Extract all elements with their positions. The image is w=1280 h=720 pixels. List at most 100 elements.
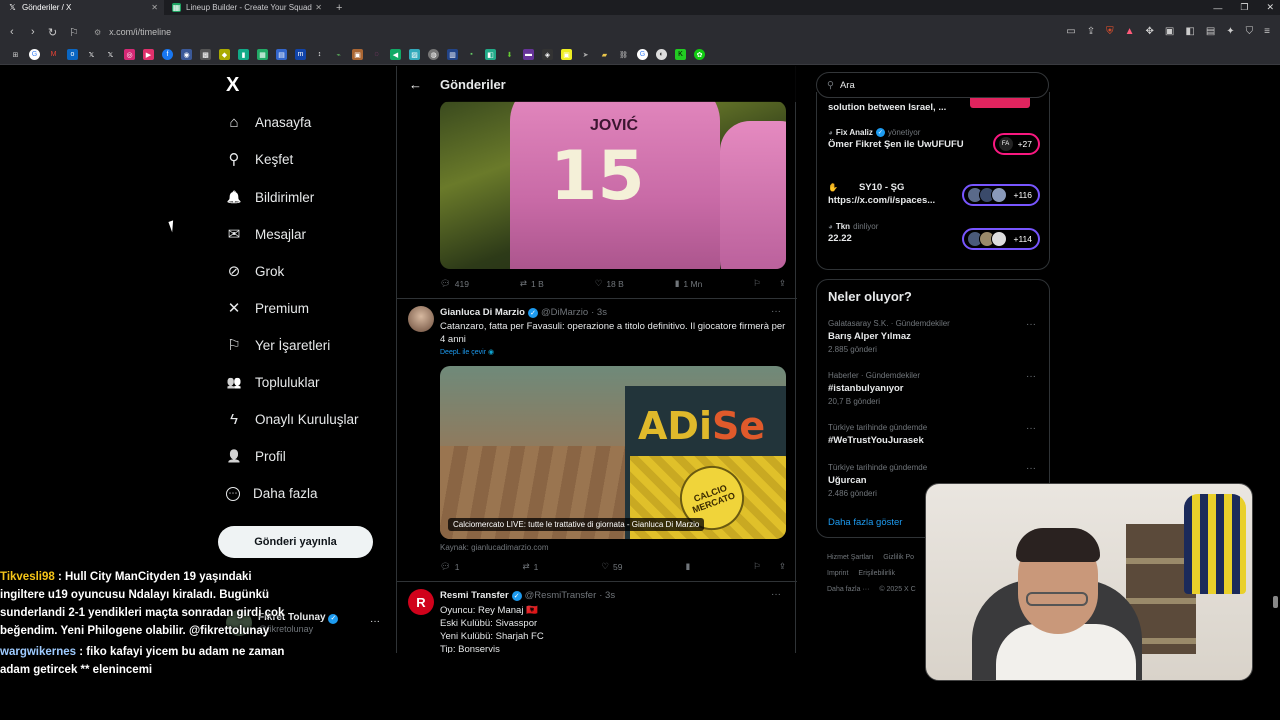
bookmark-icon[interactable]: ▣ (561, 49, 572, 60)
tab-x[interactable]: 𝕏 Gönderiler / X ✕ (0, 0, 164, 15)
bookmark-icon[interactable]: ➤ (580, 49, 591, 60)
space-item[interactable]: ◕ Tkn dinliyor 22.22 +114 (828, 222, 1040, 250)
site-info-icon[interactable]: ⚙ (94, 28, 101, 37)
back-arrow-icon[interactable]: ← (409, 77, 422, 92)
views-button[interactable]: ▮ 1 Mn (675, 278, 703, 289)
bookmark-icon[interactable]: m (295, 49, 306, 60)
more-options-icon[interactable]: ··· (771, 306, 781, 317)
avatar[interactable]: R (408, 589, 434, 615)
footer-link[interactable]: Imprint (827, 570, 848, 577)
bookmark-button[interactable]: ⚐ ⇪ (753, 561, 786, 572)
bookmark-icon[interactable]: ▶ (143, 49, 154, 60)
post-button[interactable]: Gönderi yayınla (218, 526, 373, 558)
nav-notifications[interactable]: 🔔 Bildirimler (226, 189, 315, 205)
apps-grid-icon[interactable]: ⊞ (10, 49, 21, 60)
show-more-link[interactable]: Daha fazla göster (828, 517, 902, 528)
translate-link[interactable]: DeepL ile çevir ◉ (440, 348, 494, 356)
nav-profile[interactable]: 👤 Profil (226, 448, 286, 464)
nav-home[interactable]: ⌂ Anasayfa (226, 114, 311, 131)
bookmark-icon[interactable]: ▪ (466, 49, 477, 60)
author-name[interactable]: Gianluca Di Marzio (440, 307, 525, 318)
nav-messages[interactable]: ✉ Mesajlar (226, 226, 306, 243)
more-options-icon[interactable]: ··· (1026, 463, 1036, 474)
like-button[interactable]: ♡ 59 (601, 561, 622, 572)
link-icon[interactable]: ⛓ (618, 49, 629, 60)
space-listeners-pill[interactable]: FA +27 (992, 133, 1040, 155)
bookmark-icon[interactable]: o (67, 49, 78, 60)
bookmark-icon[interactable]: ▬ (523, 49, 534, 60)
more-options-icon[interactable]: ··· (1026, 371, 1036, 382)
repost-button[interactable]: ⇄ 1 (523, 561, 539, 572)
reply-button[interactable]: 💬︎ 1 (440, 561, 460, 572)
bookmark-icon[interactable]: ◆ (219, 49, 230, 60)
bookmark-icon[interactable]: ▮ (238, 49, 249, 60)
wallet-icon[interactable]: ▤ (1206, 26, 1215, 37)
vpn-icon[interactable]: ⛉ (1246, 26, 1254, 37)
bookmark-icon[interactable]: G (29, 49, 40, 60)
bookmark-icon[interactable]: ◧ (485, 49, 496, 60)
views-button[interactable]: ▮ (686, 561, 691, 572)
bookmark-icon[interactable]: K (675, 49, 686, 60)
bookmark-icon[interactable]: 𝕏 (105, 49, 116, 60)
search-input[interactable]: Ara (840, 80, 855, 91)
bookmark-icon[interactable]: 𝕏 (86, 49, 97, 60)
bookmark-icon[interactable]: ◀ (390, 49, 401, 60)
nav-premium[interactable]: ✕ Premium (226, 300, 309, 317)
brave-shield-icon[interactable]: ⛨ (1106, 26, 1114, 37)
more-options-icon[interactable]: ··· (771, 589, 781, 600)
folder-icon[interactable]: ▰ (599, 49, 610, 60)
cast-icon[interactable]: ▭ (1066, 26, 1075, 37)
close-tab-icon[interactable]: ✕ (151, 3, 158, 12)
close-window-icon[interactable]: ✕ (1266, 2, 1274, 13)
space-item[interactable]: solution between Israel, ... (828, 96, 1040, 113)
back-icon[interactable]: ‹ (10, 26, 14, 38)
avatar[interactable] (408, 306, 434, 332)
space-listeners-pill[interactable]: +116 (962, 184, 1040, 206)
trend-item[interactable]: Türkiye tarihinde gündemde #WeTrustYouJu… (828, 423, 1040, 446)
footer-link[interactable]: Daha fazla ··· (827, 586, 869, 593)
bookmark-icon[interactable]: ▤ (276, 49, 287, 60)
space-item[interactable]: ✋ SY10 - ŞG https://x.com/i/spaces... +11… (828, 182, 1040, 206)
author-name[interactable]: Resmi Transfer (440, 590, 509, 601)
author-handle[interactable]: @DiMarzio (541, 307, 588, 318)
nav-communities[interactable]: 👥 Topluluklar (226, 374, 320, 390)
sidebar-icon[interactable]: ◧ (1185, 26, 1194, 37)
bookmark-icon[interactable]: ↕ (314, 49, 325, 60)
trend-item[interactable]: Galatasaray S.K. · Gündemdekiler Barış A… (828, 319, 1040, 354)
bookmark-icon[interactable]: ▩ (200, 49, 211, 60)
bookmark-page-icon[interactable]: ⚐ (69, 26, 79, 39)
bookmark-icon[interactable]: ◌ (371, 49, 382, 60)
share-icon[interactable]: ⇪ (779, 278, 786, 289)
nav-bookmarks[interactable]: ⚐ Yer İşaretleri (226, 337, 330, 354)
reload-icon[interactable]: ↻ (48, 26, 57, 39)
post-time[interactable]: · 3s (591, 307, 607, 318)
tab-lineup[interactable]: ▦ Lineup Builder - Create Your Squad w ✕ (164, 0, 328, 15)
rewards-icon[interactable]: ▲ (1125, 26, 1135, 37)
extensions-icon[interactable]: ✥ (1146, 26, 1154, 37)
bookmark-icon[interactable]: M (48, 49, 59, 60)
link-card-title[interactable]: Calciomercato LIVE: tutte le trattative … (448, 518, 705, 531)
bookmark-icon[interactable]: ▥ (447, 49, 458, 60)
nav-explore[interactable]: ⚲ Keşfet (226, 151, 294, 168)
share-icon[interactable]: ⇪ (1087, 26, 1095, 37)
author-handle[interactable]: @ResmiTransfer (525, 590, 597, 601)
nav-grok[interactable]: ⊘ Grok (226, 263, 285, 280)
more-options-icon[interactable]: ··· (370, 616, 380, 627)
footer-link[interactable]: Gizlilik Po (883, 554, 914, 561)
space-item[interactable]: ◕ Fix Analiz ✓ yönetiyor Ömer Fikret Şen il… (828, 128, 1040, 155)
space-listeners-pill[interactable]: +114 (962, 228, 1040, 250)
more-options-icon[interactable]: ··· (1026, 423, 1036, 434)
nav-more[interactable]: ⋯ Daha fazla (226, 486, 318, 501)
bookmark-icon[interactable]: ◎ (124, 49, 135, 60)
address-bar[interactable]: ⚙ x.com/i/timeline (94, 27, 171, 37)
post-time[interactable]: · 3s (599, 590, 615, 601)
x-logo-icon[interactable]: X (226, 74, 239, 97)
link-source[interactable]: Kaynak: gianlucadimarzio.com (440, 543, 549, 552)
bookmark-icon[interactable]: ✿ (694, 49, 705, 60)
more-options-icon[interactable]: ··· (1026, 319, 1036, 330)
minimize-icon[interactable]: — (1213, 3, 1222, 13)
forward-icon[interactable]: › (31, 26, 35, 38)
leo-icon[interactable]: ✦ (1226, 26, 1234, 37)
new-tab-button[interactable]: + (328, 2, 350, 14)
bookmark-icon[interactable]: ⬇ (504, 49, 515, 60)
